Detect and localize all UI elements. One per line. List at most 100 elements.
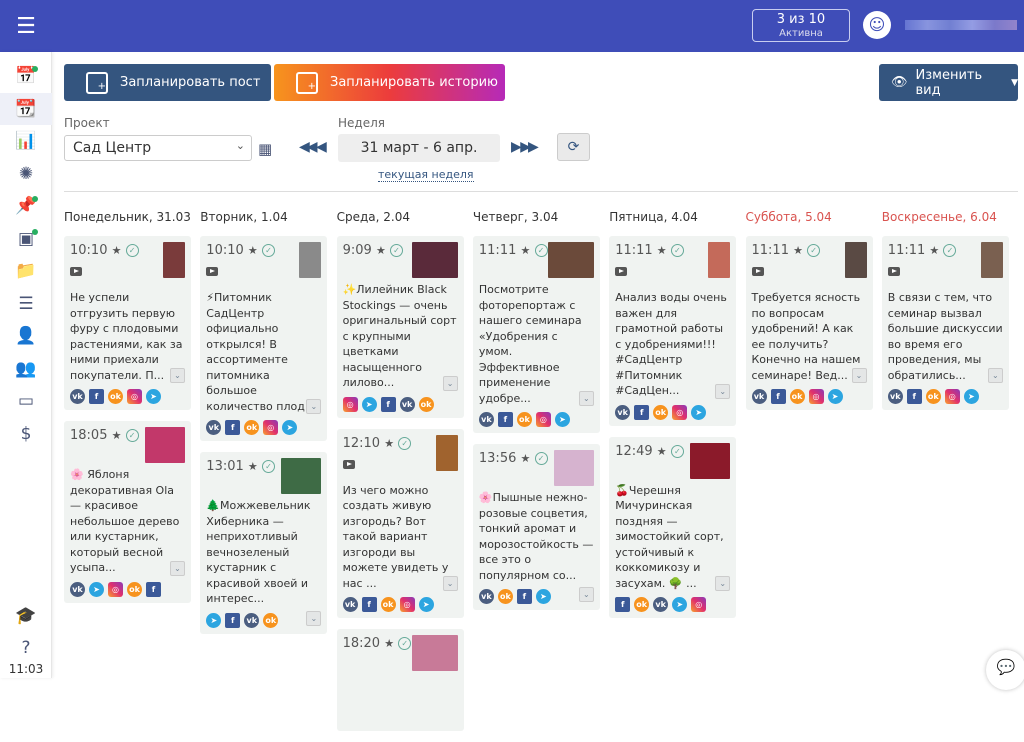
openai-icon: ✺ xyxy=(18,163,34,184)
star-icon[interactable]: ★ xyxy=(384,437,394,450)
expand-chevron-icon[interactable]: ⌄ xyxy=(442,576,458,591)
refresh-button[interactable]: ⟳ xyxy=(557,133,590,161)
calendar-icon[interactable]: ▦ xyxy=(258,140,272,158)
post-thumbnail[interactable] xyxy=(411,635,458,671)
star-icon[interactable]: ★ xyxy=(793,244,803,257)
avatar[interactable]: ☺ xyxy=(863,11,891,39)
post-card[interactable]: 11:11 ★ ✓ Требуется ясность по вопросам у… xyxy=(745,236,873,410)
vk-icon: vk xyxy=(653,597,669,612)
change-view-button[interactable]: 👁 Изменить вид ▼ xyxy=(879,64,1018,101)
prev-week-icon[interactable]: ◀◀ ◀ xyxy=(299,139,327,155)
expand-chevron-icon[interactable]: ⌄ xyxy=(306,610,322,626)
post-card[interactable]: 18:05 ★ ✓ 🌸 Яблоня декоративная Ola — кра… xyxy=(64,421,191,603)
tg-icon: ➤ xyxy=(361,396,377,412)
post-thumbnail[interactable] xyxy=(411,242,458,278)
expand-chevron-icon[interactable]: ⌄ xyxy=(715,383,731,399)
check-circle-icon: ✓ xyxy=(534,244,548,257)
menu-icon[interactable]: ☰ xyxy=(0,0,52,52)
sidebar-item-rss[interactable]: ☰ xyxy=(0,288,52,320)
expand-chevron-icon[interactable]: ⌄ xyxy=(170,560,185,576)
clock: 11:03 xyxy=(8,662,44,676)
post-thumbnail[interactable] xyxy=(299,242,322,278)
post-card[interactable]: 18:20 ★ ✓ xyxy=(336,629,464,731)
star-icon[interactable]: ★ xyxy=(112,244,122,257)
post-thumbnail[interactable] xyxy=(690,442,731,479)
sidebar-item-layout[interactable]: ▣ xyxy=(0,223,52,255)
chat-icon[interactable]: 💬 xyxy=(986,650,1024,690)
user-name-blurred[interactable] xyxy=(905,20,1017,30)
star-icon[interactable]: ★ xyxy=(376,244,386,257)
post-card[interactable]: 11:11 ★ ✓ Анализ воды очень важен для гра… xyxy=(609,236,737,426)
post-thumbnail[interactable] xyxy=(145,427,185,463)
schedule-story-label: Запланировать историю xyxy=(330,75,498,90)
post-card[interactable]: 12:10 ★ ✓ Из чего можно создать живую изг… xyxy=(336,428,464,618)
post-thumbnail[interactable] xyxy=(435,434,458,471)
calendar-plus-icon: + xyxy=(86,71,108,94)
expand-chevron-icon[interactable]: ⌄ xyxy=(306,399,322,414)
post-thumbnail[interactable] xyxy=(163,242,185,278)
post-thumbnail[interactable] xyxy=(980,242,1003,278)
rss-icon: ☰ xyxy=(18,293,34,314)
current-week-link[interactable]: текущая неделя xyxy=(378,168,474,182)
sidebar-item-openai[interactable]: ✺ xyxy=(0,158,52,190)
expand-chevron-icon[interactable]: ⌄ xyxy=(170,368,185,383)
sidebar-item-folder[interactable]: 📁 xyxy=(0,255,52,287)
post-card[interactable]: 13:01 ★ ✓ 🌲Можжевельник Хиберника — непри… xyxy=(200,452,328,634)
star-icon[interactable]: ★ xyxy=(657,445,667,458)
star-icon[interactable]: ★ xyxy=(521,244,531,257)
star-icon[interactable]: ★ xyxy=(521,452,531,465)
sidebar-item-users[interactable]: 👥 xyxy=(0,353,52,385)
expand-chevron-icon[interactable]: ⌄ xyxy=(851,368,867,383)
post-thumbnail[interactable] xyxy=(708,242,731,278)
next-week-icon[interactable]: ▶ ▶▶ xyxy=(511,139,539,155)
star-icon[interactable]: ★ xyxy=(384,637,394,650)
post-card[interactable]: 10:10 ★ ✓ Не успели отгрузить первую фуру… xyxy=(64,236,191,410)
post-card[interactable]: 11:11 ★ ✓ В связи с тем, что семинар вызв… xyxy=(881,236,1009,410)
post-thumbnail[interactable] xyxy=(547,242,594,278)
post-time: 11:11 xyxy=(887,243,926,258)
star-icon[interactable]: ★ xyxy=(929,244,939,257)
star-icon[interactable]: ★ xyxy=(657,244,667,257)
post-thumbnail[interactable] xyxy=(844,242,867,278)
sidebar-item-billing[interactable]: ▭ xyxy=(0,385,52,417)
tg-icon: ➤ xyxy=(827,389,843,404)
fb-icon: f xyxy=(634,404,650,420)
post-card[interactable]: 13:56 ★ ✓ 🌸Пышные нежно-розовые соцветия,… xyxy=(472,444,600,610)
ok-icon: ok xyxy=(418,396,434,412)
post-card[interactable]: 9:09 ★ ✓ ✨Лилейник Black Stockings — очен… xyxy=(336,236,464,418)
plan-badge[interactable]: 3 из 10 Активна xyxy=(752,9,850,42)
sidebar-item-money[interactable]: $ xyxy=(0,418,52,450)
schedule-post-button[interactable]: + Запланировать пост xyxy=(64,64,271,101)
ig-icon: ◎ xyxy=(691,597,707,612)
sidebar-item-help[interactable]: ? xyxy=(0,632,52,664)
expand-chevron-icon[interactable]: ⌄ xyxy=(715,576,731,591)
ok-icon: ok xyxy=(263,612,279,628)
project-label: Проект xyxy=(64,116,110,130)
project-select[interactable]: Сад Центр ⌄ xyxy=(64,135,252,161)
post-thumbnail[interactable] xyxy=(281,458,322,494)
expand-chevron-icon[interactable]: ⌄ xyxy=(987,368,1003,383)
expand-chevron-icon[interactable]: ⌄ xyxy=(578,391,594,406)
post-card[interactable]: 11:11 ★ ✓ Посмотрите фоторепортаж с нашег… xyxy=(472,236,600,433)
ok-icon: ok xyxy=(516,412,532,427)
sidebar-item-graduation-cap[interactable]: 🎓 xyxy=(0,600,52,632)
post-card[interactable]: 12:49 ★ ✓ 🍒Черешня Мичуринская поздняя — … xyxy=(609,436,737,618)
sidebar-item-analytics[interactable]: 📊 xyxy=(0,125,52,157)
sidebar-item-pin[interactable]: 📌 xyxy=(0,190,52,222)
expand-chevron-icon[interactable]: ⌄ xyxy=(578,587,594,602)
post-card[interactable]: 10:10 ★ ✓ ⚡Питомник СадЦентр официально о… xyxy=(200,236,328,441)
ok-icon: ok xyxy=(653,404,669,420)
sidebar-item-calendar[interactable]: 📆 xyxy=(0,92,52,125)
star-icon[interactable]: ★ xyxy=(112,429,122,442)
week-range[interactable]: 31 март - 6 апр. xyxy=(338,134,500,162)
sidebar-item-add-user[interactable]: 👤 xyxy=(0,320,52,352)
star-icon[interactable]: ★ xyxy=(248,460,258,473)
star-icon[interactable]: ★ xyxy=(248,244,258,257)
expand-chevron-icon[interactable]: ⌄ xyxy=(442,375,458,391)
day-header: Вторник, 1.04 xyxy=(200,210,288,224)
sidebar-item-calendar-add[interactable]: 📅 xyxy=(0,60,52,92)
post-thumbnail[interactable] xyxy=(553,450,594,486)
money-icon: $ xyxy=(20,423,32,444)
schedule-story-button[interactable]: + Запланировать историю xyxy=(274,64,505,101)
fb-icon: f xyxy=(225,612,241,628)
